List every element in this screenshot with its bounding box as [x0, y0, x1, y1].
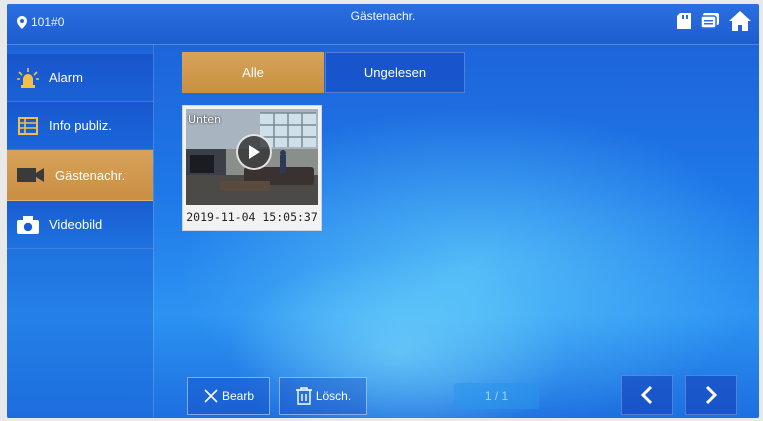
- video-camera-icon: [17, 165, 45, 185]
- sidebar-item-info[interactable]: Info publiz.: [7, 102, 153, 150]
- delete-button[interactable]: Lösch.: [279, 377, 367, 415]
- message-card[interactable]: Unten 2019-11-04 15:05:37: [182, 105, 322, 231]
- close-icon: [204, 389, 218, 403]
- message-timestamp: 2019-11-04 15:05:37: [186, 210, 318, 224]
- sidebar-item-label: Gästenachr.: [55, 167, 126, 183]
- chevron-left-icon: [640, 385, 653, 405]
- sidebar-empty-area: [7, 249, 153, 418]
- top-bar: 101#0 Gästenachr.: [7, 4, 759, 45]
- home-icon[interactable]: [729, 11, 751, 36]
- edit-button[interactable]: Bearb: [187, 377, 270, 415]
- sidebar-divider: [153, 44, 154, 418]
- sidebar-item-label: Info publiz.: [49, 118, 112, 133]
- next-page-button[interactable]: [685, 375, 737, 415]
- tab-all[interactable]: Alle: [182, 52, 324, 93]
- sd-card-icon: [677, 13, 691, 34]
- page-title: Gästenachr.: [350, 9, 416, 23]
- trash-icon: [295, 387, 312, 405]
- alarm-icon: [17, 67, 39, 88]
- video-thumbnail: Unten: [186, 109, 318, 205]
- previous-page-button[interactable]: [621, 375, 673, 415]
- sidebar: Alarm Info publiz. Gästenachr. Videobild: [7, 44, 154, 418]
- sidebar-item-alarm[interactable]: Alarm: [7, 54, 153, 102]
- sidebar-item-videobild[interactable]: Videobild: [7, 201, 153, 249]
- message-icon[interactable]: [700, 13, 719, 34]
- page-indicator: 1 / 1: [454, 383, 539, 409]
- delete-button-label: Lösch.: [315, 389, 352, 403]
- intercom-screen: 101#0 Gästenachr. Alarm Info publiz. Gäs…: [7, 4, 759, 418]
- camera-location-label: Unten: [188, 113, 222, 126]
- sidebar-item-label: Alarm: [49, 70, 83, 85]
- camera-icon: [17, 215, 39, 235]
- chevron-right-icon: [705, 385, 718, 405]
- play-icon[interactable]: [236, 134, 272, 170]
- sidebar-item-label: Videobild: [49, 217, 103, 232]
- info-board-icon: [17, 116, 39, 136]
- tab-unread[interactable]: Ungelesen: [325, 52, 465, 93]
- sidebar-item-guest-messages[interactable]: Gästenachr.: [7, 150, 153, 201]
- edit-button-label: Bearb: [221, 389, 255, 403]
